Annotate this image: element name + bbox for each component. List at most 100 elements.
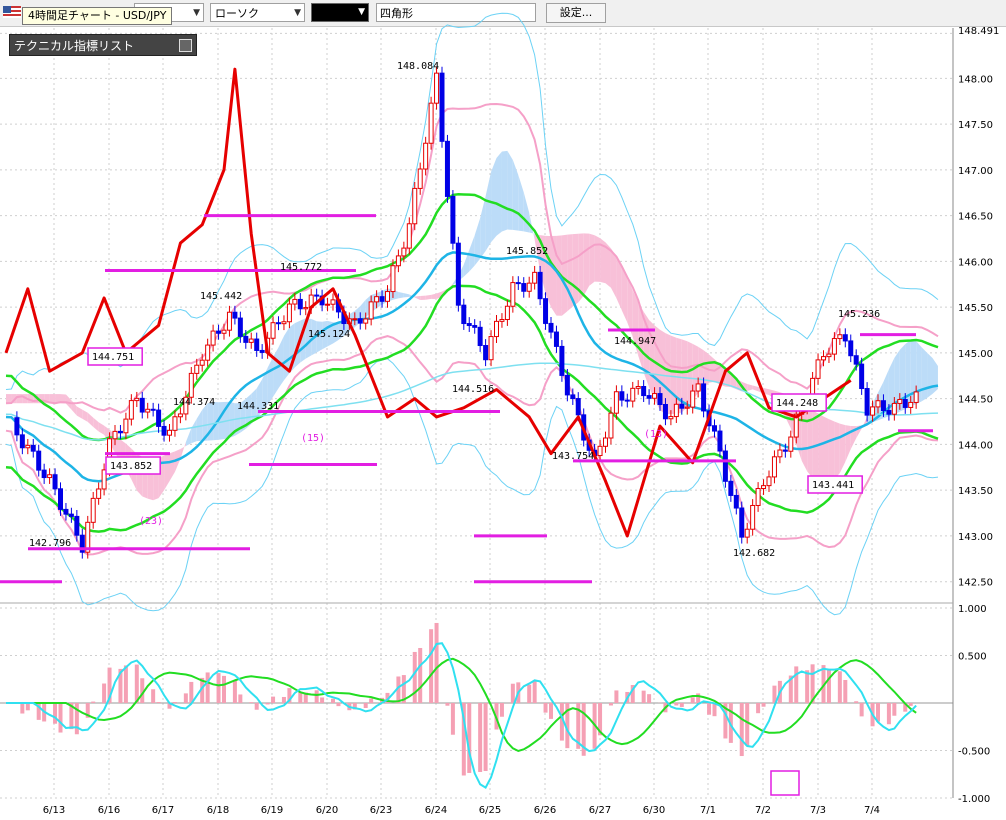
price-annotation: 145.772 <box>280 262 322 273</box>
candle-body <box>58 488 63 510</box>
macd-histogram-bar <box>205 672 210 703</box>
candle-body <box>128 400 134 420</box>
candle-body <box>668 416 674 420</box>
date-axis-label: 6/23 <box>370 805 392 816</box>
candle-body <box>597 445 603 457</box>
ichimoku-cloud-segment <box>474 218 481 266</box>
candle-body <box>30 444 36 452</box>
candle-body <box>117 430 123 434</box>
ichimoku-cloud-segment <box>354 306 361 328</box>
candle-body <box>771 456 777 478</box>
panel-toggle-button[interactable] <box>179 39 192 52</box>
macd-histogram-bar <box>238 694 243 703</box>
macd-histogram-bar <box>908 703 913 706</box>
price-axis-label: 148.00 <box>958 74 993 85</box>
candle-body <box>199 359 205 366</box>
ichimoku-cloud-segment <box>185 428 192 447</box>
candle-body <box>172 416 178 431</box>
candle-body <box>232 311 238 319</box>
macd-histogram-bar <box>608 703 613 706</box>
candle-body <box>90 497 96 523</box>
candle-body <box>886 410 892 415</box>
candle-body <box>908 401 914 408</box>
price-chart[interactable]: 148.084 145.852 145.772 145.442 145.236 145.1… <box>0 0 1006 820</box>
macd-histogram-bar <box>216 673 221 703</box>
macd-histogram-bar <box>222 675 226 703</box>
candle-body <box>777 449 783 458</box>
candle-body <box>19 434 25 449</box>
price-annotation: 148.084 <box>397 61 439 72</box>
macd-histogram-bar <box>527 684 532 703</box>
macd-histogram-bar <box>281 696 286 703</box>
macd-histogram-bar <box>756 703 761 714</box>
candle-body <box>624 399 630 402</box>
price-axis-label: 142.50 <box>958 578 993 589</box>
macd-histogram-bar <box>450 703 455 735</box>
candle-body <box>564 374 570 396</box>
candle-body <box>603 437 608 447</box>
price-axis-label: 143.00 <box>958 532 993 543</box>
candle-body <box>145 408 151 413</box>
candle-body <box>68 513 74 517</box>
candle-body <box>483 345 489 361</box>
candle-body <box>188 372 194 398</box>
candle-body <box>690 390 696 408</box>
candle-body <box>679 403 685 409</box>
candle-body <box>243 335 249 343</box>
macd-histogram-bar <box>183 693 188 703</box>
candle-body <box>237 317 243 337</box>
candle-body <box>41 469 47 479</box>
macd-histogram-bar <box>102 683 107 703</box>
candle-body <box>739 507 745 538</box>
candle-body <box>368 301 374 320</box>
macd-histogram-bar <box>794 666 799 703</box>
macd-histogram-bar <box>674 703 679 706</box>
candle-body <box>537 271 543 300</box>
macd-histogram-bar <box>641 690 646 703</box>
candle-body <box>619 391 625 401</box>
candle-body <box>788 436 794 452</box>
ichimoku-cloud-segment <box>921 347 928 402</box>
ichimoku-cloud-segment <box>414 296 421 301</box>
ichimoku-cloud-segment <box>403 293 410 298</box>
candle-body <box>167 429 172 436</box>
candle-body <box>466 323 472 327</box>
candle-body <box>733 494 739 509</box>
macd-histogram-bar <box>690 697 695 703</box>
price-annotation: 145.442 <box>200 291 242 302</box>
macd-histogram-bar <box>739 703 744 757</box>
candle-body <box>755 488 761 506</box>
candle-body <box>853 355 859 365</box>
candle-body <box>902 398 908 408</box>
macd-histogram-bar <box>418 647 423 703</box>
ichimoku-cloud-segment <box>523 192 530 233</box>
candle-body <box>744 528 750 538</box>
macd-histogram-bar <box>271 696 276 703</box>
price-annotation: 144.947 <box>614 336 656 347</box>
candle-body <box>875 400 881 408</box>
macd-histogram-bar <box>172 702 177 703</box>
technical-indicator-list-panel[interactable]: テクニカル指標リスト <box>9 34 197 56</box>
ichimoku-cloud-segment <box>82 409 88 422</box>
candle-body <box>880 400 886 412</box>
price-axis-label: 145.50 <box>958 303 993 314</box>
candle-body <box>221 329 227 334</box>
ichimoku-cloud-segment <box>512 159 519 231</box>
candle-body <box>156 409 162 427</box>
candle-body <box>831 338 837 355</box>
candle-body <box>385 291 390 302</box>
candle-body <box>363 318 369 324</box>
candle-body <box>412 187 418 225</box>
candle-body <box>515 282 521 285</box>
price-axis-label: 147.00 <box>958 166 993 177</box>
ichimoku-cloud-segment <box>425 294 432 300</box>
macd-histogram-bar <box>134 664 139 703</box>
candle-body <box>63 508 69 515</box>
candle-body <box>646 395 652 399</box>
candle-body <box>374 296 380 303</box>
price-axis-label: 143.50 <box>958 486 993 497</box>
candle-body <box>837 334 843 340</box>
oscillator-main-line <box>6 642 917 789</box>
candle-body <box>455 242 461 306</box>
candle-body <box>570 394 576 400</box>
